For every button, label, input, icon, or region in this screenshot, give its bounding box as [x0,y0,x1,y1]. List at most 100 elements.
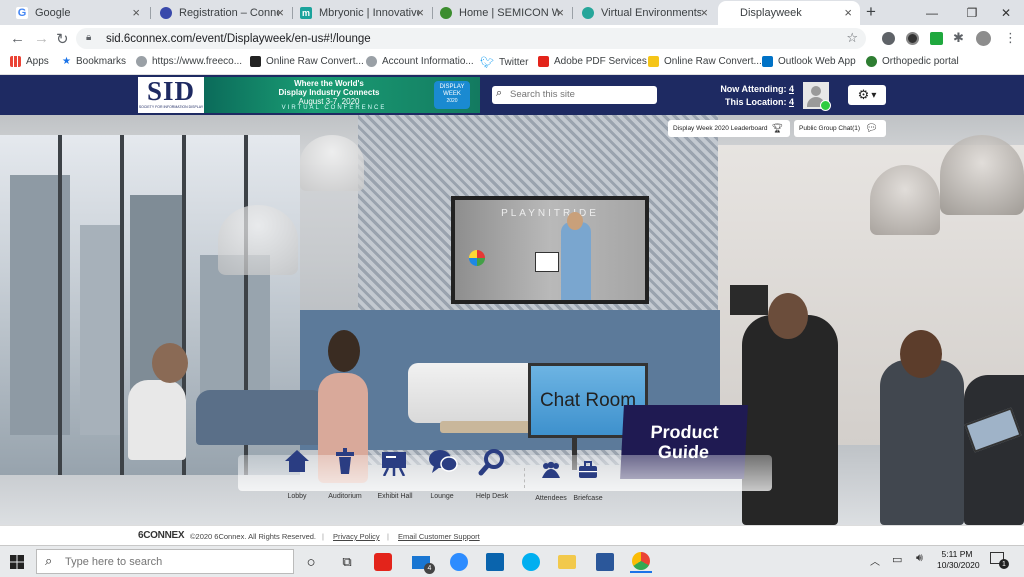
extension-dark-icon[interactable] [906,32,919,45]
settings-button[interactable]: ⚙ ▾ [848,85,886,105]
battery-icon[interactable]: ▭ [892,553,902,566]
tab-close-icon[interactable]: × [844,5,852,20]
notifications-button[interactable]: 1 [990,552,1009,569]
privacy-policy-link[interactable]: Privacy Policy [333,532,380,541]
bookmark-bookmarks[interactable]: ★ Bookmarks [62,56,126,67]
group-chat-button[interactable]: Public Group Chat(1) 💬︎ [794,120,886,137]
tab-close-icon[interactable]: × [132,5,140,20]
nav-divider [524,468,526,488]
tab-close-icon[interactable]: × [276,5,284,20]
nav-exhibit-hall[interactable] [380,450,408,476]
adobe-pdf-icon [538,56,549,67]
bookmark-star-icon[interactable]: ☆ [846,30,858,46]
tab-registration[interactable]: Registration – Connecti × [152,1,292,25]
tab-semicon[interactable]: Home | SEMICON West × [432,1,572,25]
bookmark-apps[interactable]: Apps [10,56,49,67]
nav-auditorium-label[interactable]: Auditorium [320,493,370,500]
bookmark-online-raw-converter-2[interactable]: Online Raw Convert... [648,56,762,67]
site-search-box[interactable]: ⌕ [492,86,657,104]
footer-divider: | [322,532,324,541]
skype-taskbar-icon[interactable] [520,551,542,573]
nav-help-desk-label[interactable]: Help Desk [470,493,514,500]
email-support-link[interactable]: Email Customer Support [398,532,480,541]
tab-title: Home | SEMICON West [459,7,559,19]
tab-displayweek[interactable]: Displayweek × [718,1,860,25]
nav-lounge-label[interactable]: Lounge [420,493,464,500]
this-location-label: This Location: [724,97,787,107]
nav-lobby-label[interactable]: Lobby [280,493,314,500]
browser-menu-icon[interactable]: ⋮ [1004,30,1017,46]
tab-google[interactable]: G Google × [8,1,148,25]
address-bar[interactable]: 🔒︎ sid.6connex.com/event/Displayweek/en-… [76,28,866,49]
user-avatar[interactable] [803,82,831,111]
banner-line2: Display Industry Connects [278,88,380,97]
leaderboard-button[interactable]: Display Week 2020 Leaderboard 🏆︎ [668,120,790,137]
nav-lobby[interactable] [283,448,311,474]
nav-briefcase[interactable] [578,461,598,479]
nav-exhibit-hall-label[interactable]: Exhibit Hall [370,493,420,500]
outlook-taskbar-icon[interactable] [484,551,506,573]
nav-attendees-label[interactable]: Attendees [532,495,570,502]
tab-mbryonic[interactable]: m Mbryonic | Innovative V × [292,1,432,25]
bookmark-outlook-web-app[interactable]: Outlook Web App [762,56,856,67]
reload-icon[interactable]: ↻ [56,30,69,48]
nav-lounge[interactable] [428,448,458,476]
nav-help-desk[interactable] [478,448,506,476]
nav-briefcase-label[interactable]: Briefcase [568,495,608,502]
now-attending-value[interactable]: 4 [789,84,794,94]
screen-brand: PLAYNITRIDE [501,208,599,219]
chrome-taskbar-icon[interactable] [630,551,652,573]
bookmark-twitter[interactable]: 🐦︎ Twitter [480,56,528,69]
tab-virtual-environments[interactable]: Virtual Environments Pl × [574,1,716,25]
search-icon: ⌕ [45,553,53,568]
taskbar-search-box[interactable]: ⌕ [36,549,294,574]
pendant-lamp [218,205,298,275]
file-explorer-taskbar-icon[interactable] [556,551,578,573]
extension-icon[interactable] [882,32,895,45]
tab-close-icon[interactable]: × [416,5,424,20]
this-location-value[interactable]: 4 [789,97,794,107]
bookmark-adobe-pdf[interactable]: Adobe PDF Services [538,56,647,67]
lock-icon[interactable]: 🔒︎ [86,32,91,43]
star-icon: ★ [62,56,71,67]
system-clock[interactable]: 5:11 PM 10/30/2020 [937,549,980,571]
mail-taskbar-icon[interactable]: 4 [410,551,435,574]
new-tab-button[interactable]: + [866,2,876,22]
notification-badge: 1 [999,559,1009,569]
extension-check-icon[interactable] [930,32,943,45]
zoom-taskbar-icon[interactable] [448,551,470,573]
tv-screen[interactable]: PLAYNITRIDE [451,196,649,304]
profile-avatar[interactable] [976,31,991,46]
minimize-button[interactable]: — [910,0,954,25]
tab-title: Virtual Environments Pl [601,7,701,19]
start-button[interactable] [6,551,28,573]
bookmark-online-raw-converter[interactable]: Online Raw Convert... [250,56,364,67]
back-arrow-icon[interactable]: ← [10,30,25,47]
tab-close-icon[interactable]: × [700,5,708,20]
windows-logo-icon [10,555,24,569]
seated-attendee [128,380,186,460]
word-taskbar-icon[interactable] [594,551,616,573]
show-hidden-icons-chevron-icon[interactable]: ︿ [870,553,880,568]
tv-video-frame: PLAYNITRIDE [455,200,645,300]
nav-auditorium[interactable] [333,448,357,476]
volume-icon[interactable]: 🔊︎ [916,552,923,565]
close-window-button[interactable]: ✕ [988,0,1024,25]
sid-logo[interactable]: SID SOCIETY FOR INFORMATION DISPLAY [138,77,204,113]
tab-close-icon[interactable]: × [556,5,564,20]
task-view-icon[interactable]: ⧉ [336,551,358,573]
acrobat-taskbar-icon[interactable] [372,551,394,573]
briefcase-icon [579,461,597,478]
orthopedic-portal-icon [866,56,877,67]
extensions-puzzle-icon[interactable]: ✱ [953,30,964,46]
bookmark-account-information[interactable]: Account Informatio... [366,56,474,67]
nav-attendees[interactable] [541,461,561,479]
auditorium-podium-icon [336,448,354,474]
bookmark-freeco[interactable]: https://www.freeco... [136,56,242,67]
cortana-icon[interactable]: ○ [300,551,322,573]
help-desk-search-icon [478,449,504,476]
taskbar-search-input[interactable] [65,554,285,569]
site-search-input[interactable] [510,88,650,101]
forward-arrow-icon[interactable]: → [34,30,49,47]
bookmark-orthopedic-portal[interactable]: Orthopedic portal [866,56,959,67]
